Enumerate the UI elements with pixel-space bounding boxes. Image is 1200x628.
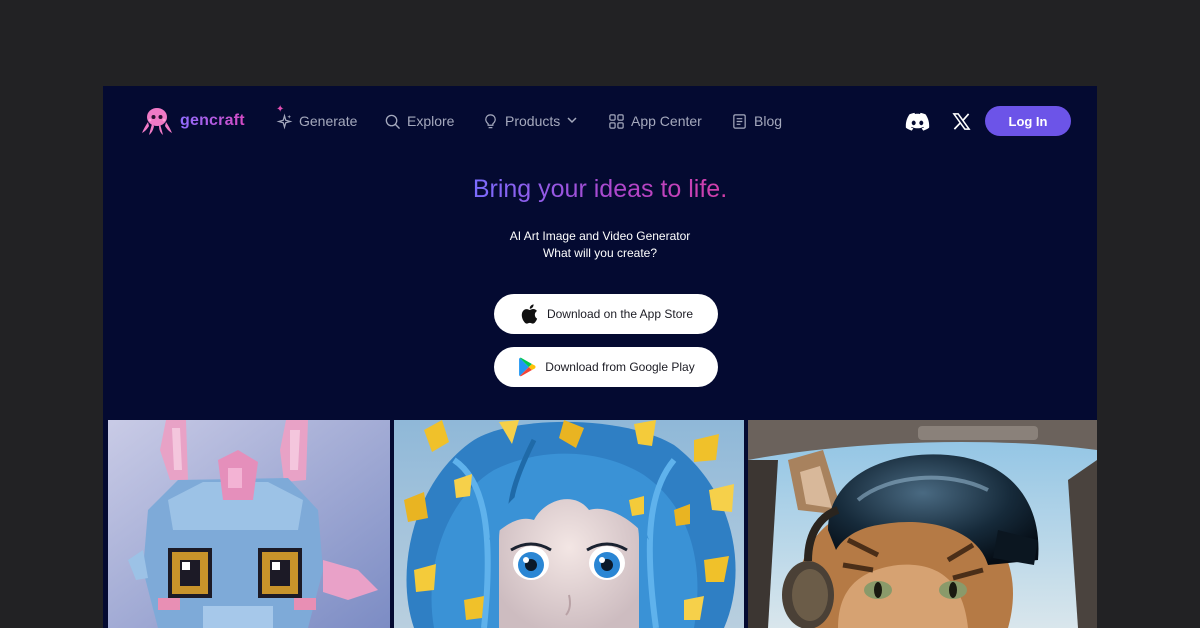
x-link[interactable]	[948, 110, 974, 132]
nav-products[interactable]: Products	[481, 110, 578, 132]
pixel-dragon-image	[108, 420, 390, 628]
app-store-button[interactable]: Download on the App Store	[494, 294, 718, 334]
lightbulb-icon	[481, 112, 499, 130]
nav-products-label: Products	[505, 113, 561, 129]
blue-haired-girl-image	[394, 420, 744, 628]
apps-grid-icon	[607, 112, 625, 130]
document-icon	[730, 112, 748, 130]
hero-headline: Bring your ideas to life.	[103, 175, 1097, 204]
top-navigation: gencraft ✦ Generate Explore Products App…	[103, 86, 1097, 156]
app-store-label: Download on the App Store	[546, 307, 694, 321]
apple-icon	[519, 304, 539, 324]
nav-explore[interactable]: Explore	[383, 110, 454, 132]
brand-logo[interactable]: gencraft ✦	[140, 104, 284, 136]
cat-pilot-image	[748, 420, 1097, 628]
hero-subtitle-line2: What will you create?	[542, 246, 658, 260]
nav-app-center[interactable]: App Center	[607, 110, 702, 132]
brand-name: gencraft	[180, 112, 245, 129]
x-icon	[951, 112, 971, 130]
gallery-tile[interactable]	[394, 420, 744, 628]
sparkle-icon	[275, 112, 293, 130]
hero-headline-text: Bring your ideas to life.	[472, 175, 728, 203]
discord-link[interactable]	[904, 110, 930, 132]
hero-subtitle-line1: AI Art Image and Video Generator	[509, 229, 691, 243]
google-play-button[interactable]: Download from Google Play	[494, 347, 718, 387]
nav-explore-label: Explore	[407, 113, 455, 129]
gallery-tile[interactable]	[748, 420, 1097, 628]
login-button[interactable]: Log In	[985, 106, 1071, 136]
octopus-logo-icon	[142, 108, 172, 135]
search-icon	[383, 112, 401, 130]
nav-generate-label: Generate	[299, 113, 358, 129]
discord-icon	[905, 112, 929, 131]
nav-blog[interactable]: Blog	[730, 110, 782, 132]
google-play-label: Download from Google Play	[545, 360, 695, 374]
app-window: gencraft ✦ Generate Explore Products App…	[103, 86, 1097, 628]
gallery-tile[interactable]	[108, 420, 390, 628]
nav-generate[interactable]: Generate	[275, 110, 357, 132]
image-gallery	[103, 420, 1097, 628]
nav-app-center-label: App Center	[631, 113, 702, 129]
nav-blog-label: Blog	[754, 113, 783, 129]
chevron-down-icon	[566, 113, 578, 129]
google-play-icon	[517, 357, 537, 377]
